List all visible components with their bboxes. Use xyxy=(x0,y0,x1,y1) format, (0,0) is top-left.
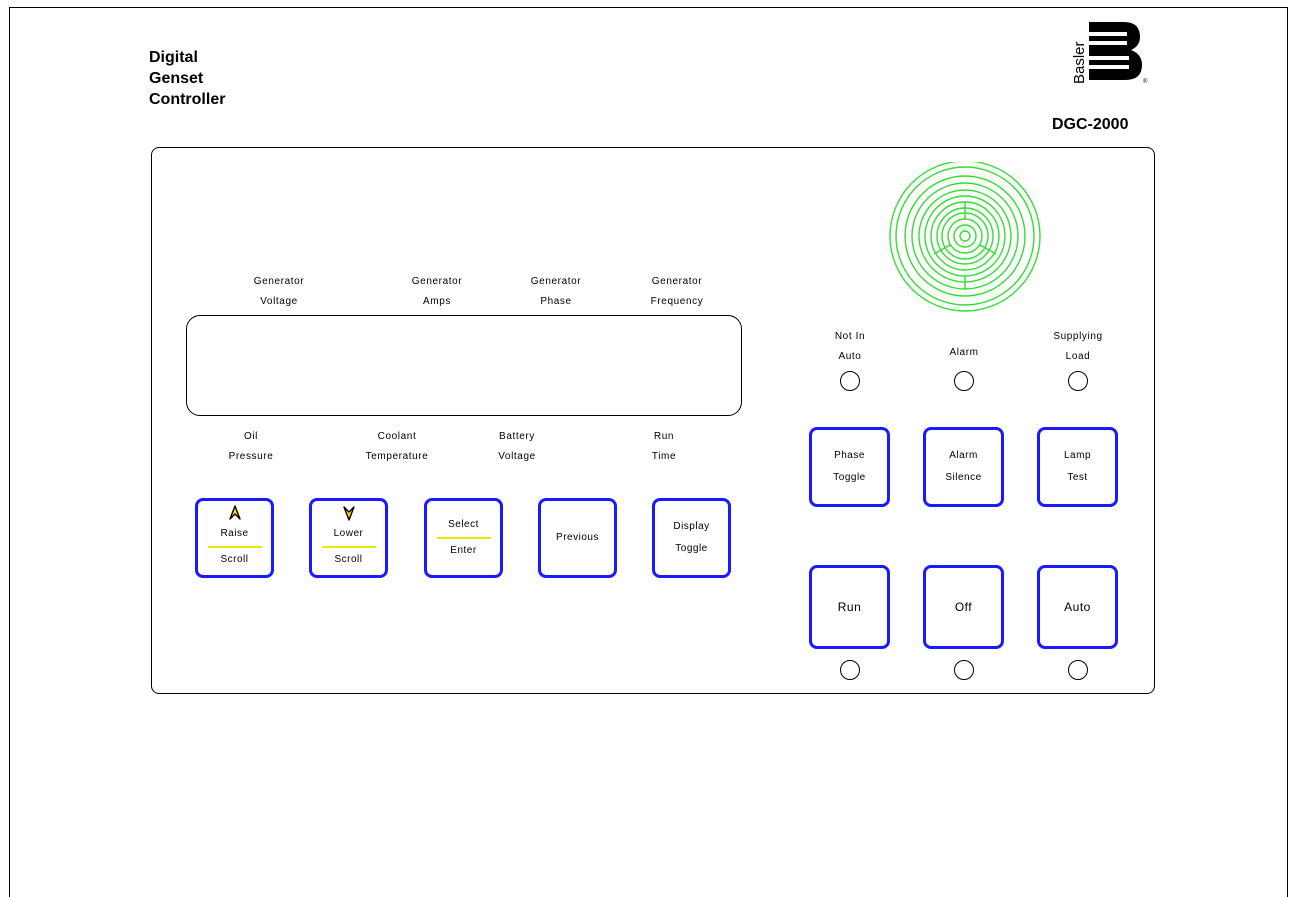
title-line-2: Genset xyxy=(149,70,204,87)
horn-icon xyxy=(889,162,1041,312)
run-label: Run xyxy=(837,600,862,614)
phase-toggle-button[interactable]: Phase Toggle xyxy=(809,427,890,507)
auto-button[interactable]: Auto xyxy=(1037,565,1118,649)
label-generator-voltage: Generator Voltage xyxy=(253,276,305,307)
label-generator-amps: Generator Amps xyxy=(411,276,463,307)
separator xyxy=(321,546,376,548)
test-label: Test xyxy=(1067,472,1088,483)
previous-button[interactable]: Previous xyxy=(538,498,617,578)
product-title: Digital Genset Controller xyxy=(149,47,225,110)
lower-scroll-button[interactable]: Lower Scroll xyxy=(309,498,388,578)
title-line-3: Controller xyxy=(149,91,226,108)
label-alarm: Alarm xyxy=(949,347,979,358)
down-arrow-icon xyxy=(342,506,355,521)
off-button[interactable]: Off xyxy=(923,565,1004,649)
select-label: Select xyxy=(448,519,479,531)
toggle-label: Toggle xyxy=(833,472,866,483)
basler-logo-icon: Basler ® xyxy=(1071,22,1148,85)
select-enter-button[interactable]: Select Enter xyxy=(424,498,503,578)
alarm-silence-button[interactable]: Alarm Silence xyxy=(923,427,1004,507)
display-label: Display xyxy=(673,521,710,532)
label-generator-phase: Generator Phase xyxy=(530,276,582,307)
supplying-load-led xyxy=(1068,371,1088,391)
model-number: DGC-2000 xyxy=(1052,116,1129,133)
lamp-test-button[interactable]: Lamp Test xyxy=(1037,427,1118,507)
display-toggle-button[interactable]: Display Toggle xyxy=(652,498,731,578)
phase-label: Phase xyxy=(834,450,865,461)
logo-text: Basler xyxy=(1071,41,1088,84)
label-run-time: Run Time xyxy=(651,431,677,462)
svg-text:®: ® xyxy=(1143,78,1148,85)
label-generator-frequency: Generator Frequency xyxy=(650,276,704,307)
run-button[interactable]: Run xyxy=(809,565,890,649)
previous-label: Previous xyxy=(556,532,599,543)
auto-label: Auto xyxy=(1064,600,1091,614)
title-line-1: Digital xyxy=(149,49,198,66)
enter-label: Enter xyxy=(450,544,477,556)
run-led xyxy=(840,660,860,680)
scroll-label: Scroll xyxy=(334,553,363,565)
label-supplying-load: Supplying Load xyxy=(1053,331,1103,362)
up-arrow-icon xyxy=(228,505,241,520)
scroll-label: Scroll xyxy=(220,553,249,565)
auto-led xyxy=(1068,660,1088,680)
separator xyxy=(436,537,491,539)
raise-label: Raise xyxy=(220,528,249,540)
label-not-in-auto: Not In Auto xyxy=(834,331,866,362)
label-oil-pressure: Oil Pressure xyxy=(228,431,274,462)
lamp-label: Lamp xyxy=(1063,450,1091,461)
not-in-auto-led xyxy=(840,371,860,391)
off-led xyxy=(954,660,974,680)
silence-label: Silence xyxy=(945,472,982,483)
toggle-label: Toggle xyxy=(675,543,708,554)
raise-scroll-button[interactable]: Raise Scroll xyxy=(195,498,274,578)
separator xyxy=(207,546,262,548)
label-battery-voltage: Battery Voltage xyxy=(498,431,536,462)
alarm-label: Alarm xyxy=(949,450,978,461)
alarm-led xyxy=(954,371,974,391)
off-label: Off xyxy=(954,600,973,614)
lower-label: Lower xyxy=(333,528,364,540)
lcd-display xyxy=(186,315,742,416)
label-coolant-temperature: Coolant Temperature xyxy=(365,431,429,462)
